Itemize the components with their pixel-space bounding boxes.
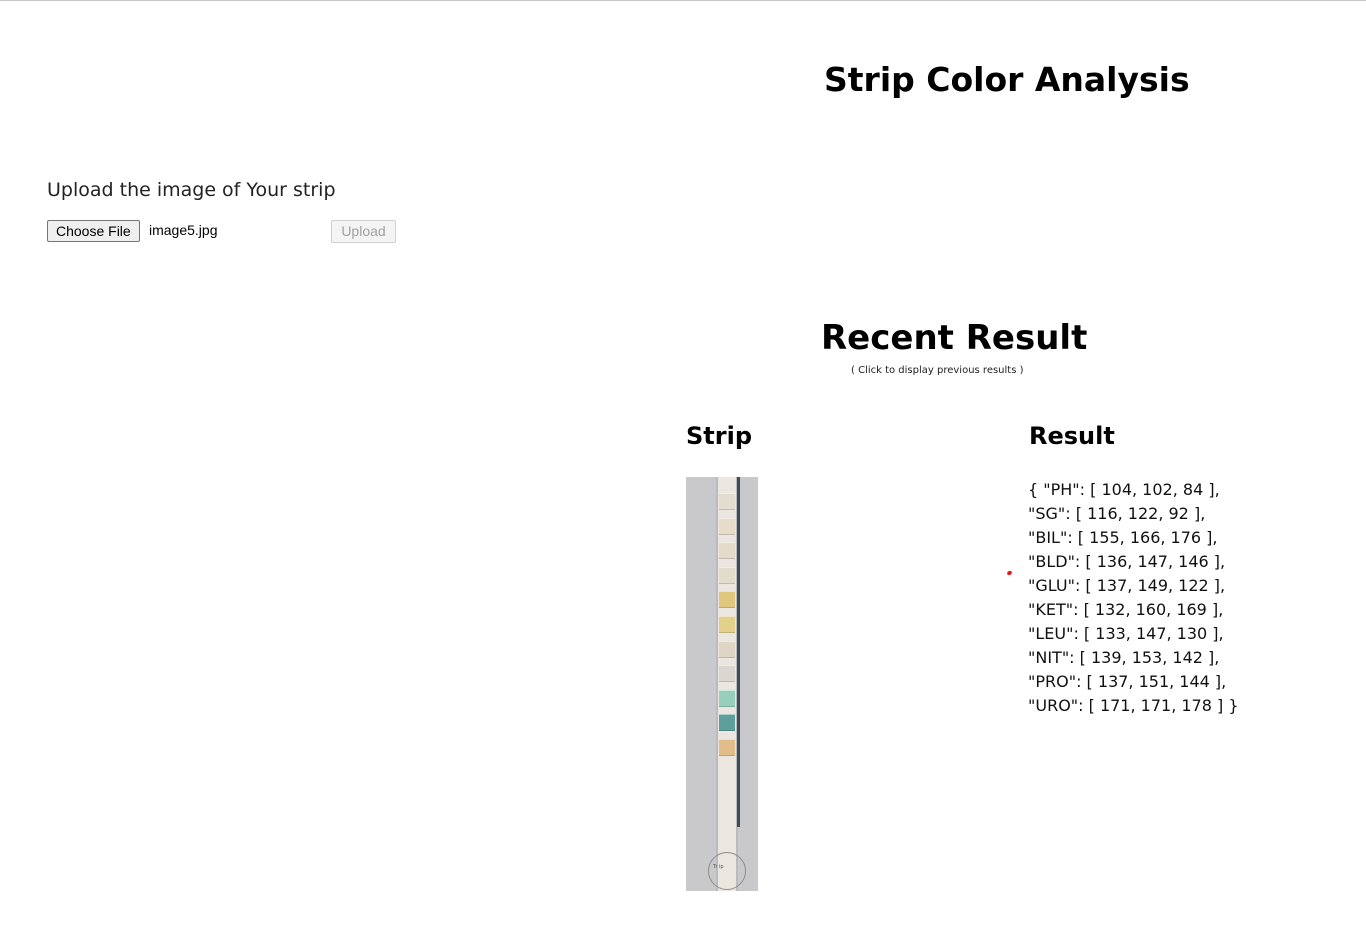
choose-file-button[interactable]: Choose File <box>47 220 140 242</box>
previous-results-hint[interactable]: ( Click to display previous results ) <box>851 365 1024 376</box>
result-line: "SG": [ 116, 122, 92 ], <box>1028 504 1206 523</box>
strip-pad <box>719 566 735 584</box>
result-line: "GLU": [ 137, 149, 122 ], <box>1028 576 1226 595</box>
top-border <box>0 0 1366 1</box>
result-line: "NIT": [ 139, 153, 142 ], <box>1028 648 1220 667</box>
selected-file-name: image5.jpg <box>149 222 218 238</box>
upload-label: Upload the image of Your strip <box>47 179 336 201</box>
strip-pad <box>719 591 735 609</box>
strip-pad <box>719 517 735 535</box>
strip-pad <box>719 739 735 756</box>
strip-pad <box>719 493 735 510</box>
result-line: "URO": [ 171, 171, 178 ] } <box>1028 696 1239 715</box>
result-line: "BIL": [ 155, 166, 176 ], <box>1028 528 1218 547</box>
strip-pad <box>719 542 735 560</box>
strip-pad <box>719 616 735 633</box>
page-title: Strip Color Analysis <box>824 60 1190 99</box>
result-values: { "PH": [ 104, 102, 84 ], "SG": [ 116, 12… <box>1028 478 1239 718</box>
strip-pad <box>719 689 735 707</box>
upload-button[interactable]: Upload <box>331 220 396 243</box>
strip-holder-edge <box>737 477 740 827</box>
result-line: "PRO": [ 137, 151, 144 ], <box>1028 672 1227 691</box>
strip-image: Tr ip <box>686 477 758 891</box>
result-line: "LEU": [ 133, 147, 130 ], <box>1028 624 1224 643</box>
result-line: { "PH": [ 104, 102, 84 ], <box>1028 480 1220 499</box>
result-line: "KET": [ 132, 160, 169 ], <box>1028 600 1224 619</box>
strip-pad <box>719 640 735 658</box>
strip-heading: Strip <box>686 422 752 450</box>
strip-logo-text: Tr ip <box>713 864 724 870</box>
result-line: "BLD": [ 136, 147, 146 ], <box>1028 552 1226 571</box>
recent-result-title[interactable]: Recent Result <box>821 318 1087 358</box>
result-heading: Result <box>1029 422 1115 450</box>
strip-pad <box>719 665 735 683</box>
test-strip <box>718 477 736 891</box>
strip-pad <box>719 714 735 732</box>
strip-logo-ring <box>708 852 746 890</box>
annotation-dot <box>1006 570 1013 576</box>
